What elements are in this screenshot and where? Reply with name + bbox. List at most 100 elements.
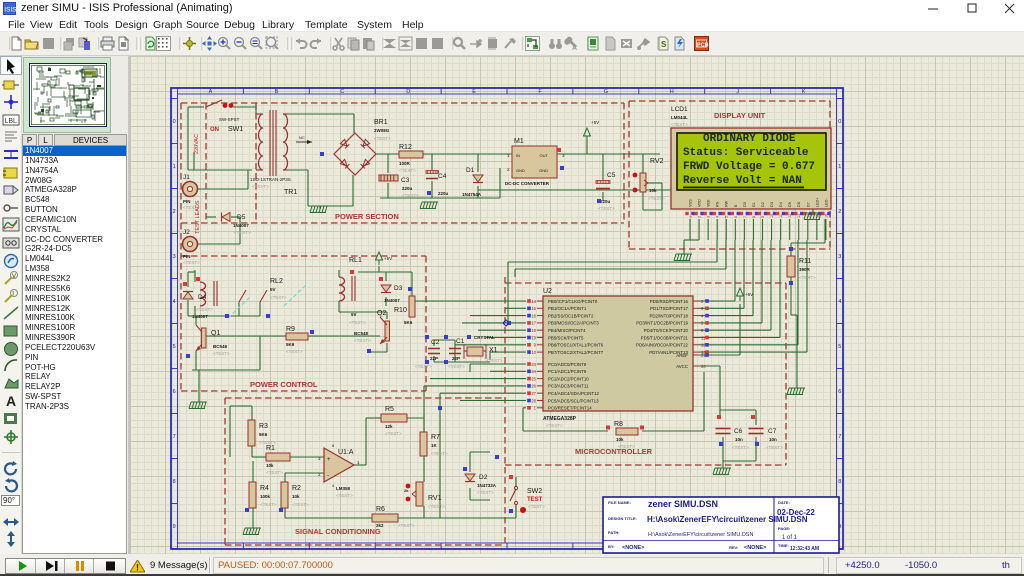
svg-text:RV2: RV2	[650, 158, 664, 165]
svg-text:PB4/MISO/PCINT4: PB4/MISO/PCINT4	[548, 328, 586, 333]
svg-text:D7: D7	[806, 202, 810, 207]
svg-text:15: 15	[531, 306, 536, 311]
svg-text:E: E	[734, 204, 738, 207]
svg-text:R4: R4	[260, 485, 269, 492]
svg-text:<TEXT>: <TEXT>	[431, 451, 448, 456]
svg-text:MICROCONTROLLER: MICROCONTROLLER	[575, 447, 653, 456]
svg-text:C7: C7	[768, 428, 777, 435]
svg-text:<TEXT>: <TEXT>	[234, 230, 251, 235]
svg-text:RW: RW	[725, 200, 729, 207]
svg-text:1: 1	[838, 164, 841, 170]
svg-text:H:\Asok\ZenerEFY\circuit\zener: H:\Asok\ZenerEFY\circuit\zener SIMU.DSN	[648, 532, 753, 538]
svg-text:PC1/ADC1/PCINT9: PC1/ADC1/PCINT9	[548, 369, 587, 374]
svg-text:B: B	[275, 89, 279, 95]
svg-text:<TEXT>: <TEXT>	[477, 490, 494, 495]
svg-text:PD1/TXD/PCINT17: PD1/TXD/PCINT17	[650, 306, 688, 311]
svg-text:NC: NC	[299, 135, 305, 140]
svg-text:D5: D5	[788, 202, 792, 207]
svg-text:D4: D4	[198, 294, 207, 301]
svg-text:2: 2	[507, 167, 510, 172]
svg-text:PC0/ADC0/PCINT8: PC0/ADC0/PCINT8	[548, 362, 587, 367]
svg-text:zener SIMU.DSN: zener SIMU.DSN	[648, 499, 718, 509]
svg-text:<TEXT>: <TEXT>	[486, 358, 503, 363]
svg-text:<TEXT>: <TEXT>	[354, 338, 371, 343]
svg-text:Reverse Volt = NAN: Reverse Volt = NAN	[683, 175, 802, 187]
svg-text:DISPLAY UNIT: DISPLAY UNIT	[714, 111, 766, 120]
svg-text:C1: C1	[456, 338, 465, 345]
svg-text:18: 18	[531, 328, 536, 333]
svg-text:C5: C5	[607, 172, 616, 179]
svg-text:V: V	[12, 274, 16, 280]
svg-text:PB2/SS/OC1B/PCINT2: PB2/SS/OC1B/PCINT2	[548, 313, 594, 318]
svg-text:GND: GND	[539, 168, 548, 173]
svg-text:RV1: RV1	[428, 495, 442, 502]
svg-text:M1: M1	[514, 138, 524, 145]
svg-text:G: G	[604, 89, 608, 95]
svg-text:SW-SPST: SW-SPST	[219, 117, 240, 122]
svg-text:02-Dec-22: 02-Dec-22	[777, 508, 815, 517]
svg-text:PCB: PCB	[697, 43, 709, 49]
svg-text:A: A	[6, 393, 16, 409]
svg-text:6: 6	[838, 389, 841, 395]
svg-text:<TEXT>: <TEXT>	[183, 260, 200, 265]
svg-text:LBL: LBL	[5, 118, 18, 125]
svg-text:PIN: PIN	[183, 254, 191, 259]
svg-text:K: K	[802, 89, 806, 95]
svg-text:POWER SECTION: POWER SECTION	[335, 212, 399, 221]
svg-text:AVCC: AVCC	[676, 364, 688, 369]
svg-text:FILE NAME:: FILE NAME:	[608, 500, 631, 505]
svg-text:0: 0	[838, 119, 841, 125]
svg-text:D2: D2	[761, 202, 765, 207]
svg-text:<TEXT>: <TEXT>	[799, 275, 816, 280]
svg-text:DATE:: DATE:	[778, 500, 790, 505]
svg-text:POWER CONTROL: POWER CONTROL	[250, 380, 318, 389]
svg-text:3: 3	[173, 254, 176, 260]
svg-text:J: J	[736, 89, 739, 95]
svg-text:10n: 10n	[769, 437, 777, 442]
svg-text:PIN: PIN	[183, 199, 191, 204]
svg-text:PC5/ADC5/SCL/PCINT13: PC5/ADC5/SCL/PCINT13	[548, 398, 599, 403]
svg-text:GND: GND	[516, 168, 525, 173]
svg-text:20: 20	[701, 364, 706, 369]
svg-text:R10: R10	[394, 307, 407, 314]
svg-text:2k: 2k	[404, 488, 409, 493]
svg-text:+5V: +5V	[745, 292, 753, 297]
svg-text:12:32:43 AM: 12:32:43 AM	[790, 546, 819, 552]
svg-text:1N4007: 1N4007	[233, 223, 249, 228]
svg-text:2: 2	[698, 216, 702, 218]
svg-text:3: 3	[707, 216, 711, 218]
svg-text:<TEXT>: <TEXT>	[399, 168, 416, 173]
svg-text:1N4754A: 1N4754A	[462, 192, 482, 197]
svg-text:10: 10	[531, 350, 536, 355]
svg-text:1SO-1STRAN-2P3S: 1SO-1STRAN-2P3S	[250, 177, 291, 182]
svg-text:TR1: TR1	[284, 189, 297, 196]
svg-text:LM358: LM358	[336, 486, 351, 491]
svg-text:RL1: RL1	[349, 257, 362, 264]
svg-text:PB0/ICP1/CLKO/PCINT0: PB0/ICP1/CLKO/PCINT0	[548, 299, 598, 304]
svg-text:4: 4	[173, 299, 176, 305]
svg-text:12k: 12k	[385, 424, 393, 429]
svg-text:LCD1: LCD1	[671, 106, 688, 113]
svg-text:<TEXT>: <TEXT>	[528, 504, 545, 509]
svg-text:7: 7	[838, 434, 841, 440]
svg-text:10k: 10k	[292, 494, 300, 499]
svg-text:100R: 100R	[399, 161, 411, 166]
svg-text:R11: R11	[799, 258, 811, 265]
svg-text:PC2/ADC2/PCINT10: PC2/ADC2/PCINT10	[548, 376, 589, 381]
svg-text:AREF: AREF	[676, 353, 688, 358]
svg-text:PD6/AIN0/OC0A/PCINT22: PD6/AIN0/OC0A/PCINT22	[636, 343, 689, 348]
svg-text:TIME:: TIME:	[778, 543, 789, 548]
svg-text:8: 8	[838, 479, 841, 485]
svg-text:<TEXT>: <TEXT>	[428, 504, 445, 509]
svg-text:2: 2	[838, 209, 841, 215]
svg-text:7: 7	[743, 216, 747, 218]
svg-text:D: D	[406, 89, 410, 95]
svg-text:R5: R5	[385, 406, 394, 413]
svg-text:+5V: +5V	[591, 120, 599, 125]
svg-text:5: 5	[173, 344, 176, 350]
svg-text:28: 28	[531, 398, 536, 403]
svg-text:1 of 1: 1 of 1	[782, 535, 798, 541]
svg-text:D6: D6	[797, 202, 801, 207]
svg-text:26: 26	[531, 384, 536, 389]
svg-text:SIGNAL CONDITIONING: SIGNAL CONDITIONING	[295, 527, 381, 536]
